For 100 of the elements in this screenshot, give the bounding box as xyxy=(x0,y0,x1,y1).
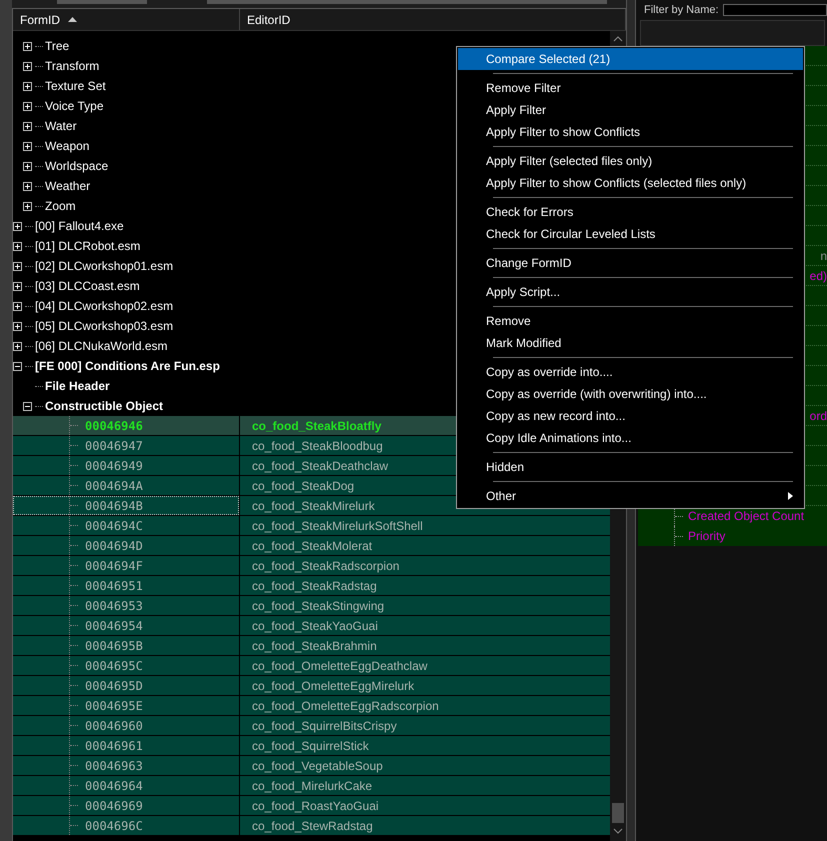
tree-node[interactable]: [FE 000] Conditions Are Fun.esp xyxy=(35,357,220,375)
record-row[interactable]: 0004694D co_food_SteakMolerat xyxy=(13,536,610,556)
expand-icon[interactable] xyxy=(23,62,32,70)
table-cell-text: 00046951 xyxy=(85,578,143,594)
record-row[interactable]: 0004695D co_food_OmeletteEggMirelurk xyxy=(13,676,610,696)
tree-node[interactable]: [00] Fallout4.exe xyxy=(35,217,124,235)
expand-icon[interactable] xyxy=(23,122,32,130)
column-header[interactable]: FormID xyxy=(13,9,240,30)
table-cell-text: 0004695C xyxy=(85,658,143,674)
expand-icon[interactable] xyxy=(23,82,32,90)
menu-item[interactable]: Copy as override into.... xyxy=(458,361,803,383)
tree-node[interactable]: [05] DLCworkshop03.esm xyxy=(35,317,174,335)
expand-icon[interactable] xyxy=(13,322,22,330)
tree-node[interactable]: [06] DLCNukaWorld.esm xyxy=(35,337,168,355)
record-row[interactable]: 00046954 co_food_SteakYaoGuai xyxy=(13,616,610,636)
record-row[interactable]: 00046961 co_food_SquirrelStick xyxy=(13,736,610,756)
record-row[interactable]: 0004695B co_food_SteakBrahmin xyxy=(13,636,610,656)
tree-node[interactable]: Weather xyxy=(45,177,90,195)
expand-icon[interactable] xyxy=(13,302,22,310)
record-row[interactable]: 00046963 co_food_VegetableSoup xyxy=(13,756,610,776)
tree-node[interactable]: Constructible Object xyxy=(45,397,164,415)
table-cell-text: 00046953 xyxy=(85,598,143,614)
menu-item[interactable]: Apply Filter (selected files only) xyxy=(458,150,803,172)
record-row[interactable]: 0004696C co_food_StewRadstag xyxy=(13,816,610,836)
menu-item[interactable]: Check for Errors xyxy=(458,201,803,223)
expand-icon[interactable] xyxy=(13,242,22,250)
tree-node[interactable]: [04] DLCworkshop02.esm xyxy=(35,297,174,315)
expand-icon[interactable] xyxy=(13,342,22,350)
expand-icon[interactable] xyxy=(23,162,32,170)
table-cell-text: co_food_SteakMolerat xyxy=(252,538,372,554)
table-cell-text: 00046947 xyxy=(85,438,143,454)
table-cell-text: co_food_MirelurkCake xyxy=(252,778,372,794)
tree-node[interactable]: Texture Set xyxy=(45,77,106,95)
table-cell-text: 0004696C xyxy=(85,818,143,834)
expand-icon[interactable] xyxy=(23,202,32,210)
expand-icon[interactable] xyxy=(23,42,32,50)
collapse-icon[interactable] xyxy=(23,402,32,410)
tree-node[interactable]: Zoom xyxy=(45,197,76,215)
tree-node[interactable]: [02] DLCworkshop01.esm xyxy=(35,257,174,275)
table-cell-text: co_food_SteakDeathclaw xyxy=(252,458,388,474)
collapse-icon[interactable] xyxy=(13,362,22,370)
record-row[interactable]: 00046953 co_food_SteakStingwing xyxy=(13,596,610,616)
record-row[interactable]: 00046964 co_food_MirelurkCake xyxy=(13,776,610,796)
table-cell-text: co_food_SteakBloatfly xyxy=(252,418,382,434)
menu-item[interactable]: Apply Filter to show Conflicts xyxy=(458,121,803,143)
record-row[interactable]: 0004695E co_food_OmeletteEggRadscorpion xyxy=(13,696,610,716)
record-row[interactable]: 0004694F co_food_SteakRadscorpion xyxy=(13,556,610,576)
table-cell-text: co_food_RoastYaoGuai xyxy=(252,798,379,814)
tree-node[interactable]: [03] DLCCoast.esm xyxy=(35,277,140,295)
expand-icon[interactable] xyxy=(13,282,22,290)
table-cell-text: 00046960 xyxy=(85,718,143,734)
filter-label: Filter by Name: xyxy=(644,4,719,16)
table-cell-text: 0004694A xyxy=(85,478,143,494)
record-field-label: ed) xyxy=(810,268,827,284)
filter-field[interactable] xyxy=(722,4,827,16)
scrollbar-thumb[interactable] xyxy=(612,803,624,823)
menu-item[interactable]: Copy as override (with overwriting) into.... xyxy=(458,383,803,405)
expand-icon[interactable] xyxy=(13,262,22,270)
table-cell-text: 0004695E xyxy=(85,698,143,714)
table-cell-text: 0004694C xyxy=(85,518,143,534)
menu-item[interactable]: Change FormID xyxy=(458,252,803,274)
expand-icon[interactable] xyxy=(13,222,22,230)
table-cell-text: co_food_SteakStingwing xyxy=(252,598,384,614)
table-cell-text: co_food_SteakBrahmin xyxy=(252,638,377,654)
expand-icon[interactable] xyxy=(23,142,32,150)
record-row[interactable]: 0004695C co_food_OmeletteEggDeathclaw xyxy=(13,656,610,676)
menu-item[interactable]: Mark Modified xyxy=(458,332,803,354)
menu-item[interactable]: Remove xyxy=(458,310,803,332)
sort-ascending-icon xyxy=(68,17,77,22)
table-cell-text: 00046964 xyxy=(85,778,143,794)
menu-item[interactable]: Remove Filter xyxy=(458,77,803,99)
menu-item[interactable]: Apply Script... xyxy=(458,281,803,303)
expand-icon[interactable] xyxy=(23,102,32,110)
table-cell-text: co_food_SquirrelStick xyxy=(252,738,369,754)
table-cell-text: co_food_OmeletteEggRadscorpion xyxy=(252,698,439,714)
record-row[interactable]: 00046951 co_food_SteakRadstag xyxy=(13,576,610,596)
tree-node[interactable]: Voice Type xyxy=(45,97,104,115)
menu-item[interactable]: Apply Filter xyxy=(458,99,803,121)
menu-item[interactable]: Apply Filter to show Conflicts (selected files only) xyxy=(458,172,803,194)
record-row[interactable]: 0004694C co_food_SteakMirelurkSoftShell xyxy=(13,516,610,536)
tree-node[interactable]: Worldspace xyxy=(45,157,108,175)
tree-node[interactable]: File Header xyxy=(45,377,110,395)
menu-item[interactable]: Compare Selected (21) xyxy=(458,48,803,70)
expand-icon[interactable] xyxy=(23,182,32,190)
table-cell-text: co_food_SteakBloodbug xyxy=(252,438,383,454)
table-cell-text: 0004694D xyxy=(85,538,143,554)
tree-node[interactable]: Tree xyxy=(45,37,70,55)
tree-node[interactable]: [01] DLCRobot.esm xyxy=(35,237,140,255)
record-row[interactable]: 00046960 co_food_SquirrelBitsCrispy xyxy=(13,716,610,736)
tree-node[interactable]: Water xyxy=(45,117,77,135)
table-cell-text: co_food_SteakDog xyxy=(252,478,354,494)
tree-node[interactable]: Transform xyxy=(45,57,100,75)
table-cell-text: co_food_SteakYaoGuai xyxy=(252,618,378,634)
table-cell-text: co_food_OmeletteEggMirelurk xyxy=(252,678,414,694)
table-cell-text: 00046961 xyxy=(85,738,143,754)
record-row[interactable]: 00046969 co_food_RoastYaoGuai xyxy=(13,796,610,816)
tree-node[interactable]: Weapon xyxy=(45,137,90,155)
table-cell-text: co_food_OmeletteEggDeathclaw xyxy=(252,658,428,674)
record-field-label: Priority xyxy=(688,528,726,545)
menu-item[interactable]: Check for Circular Leveled Lists xyxy=(458,223,803,245)
